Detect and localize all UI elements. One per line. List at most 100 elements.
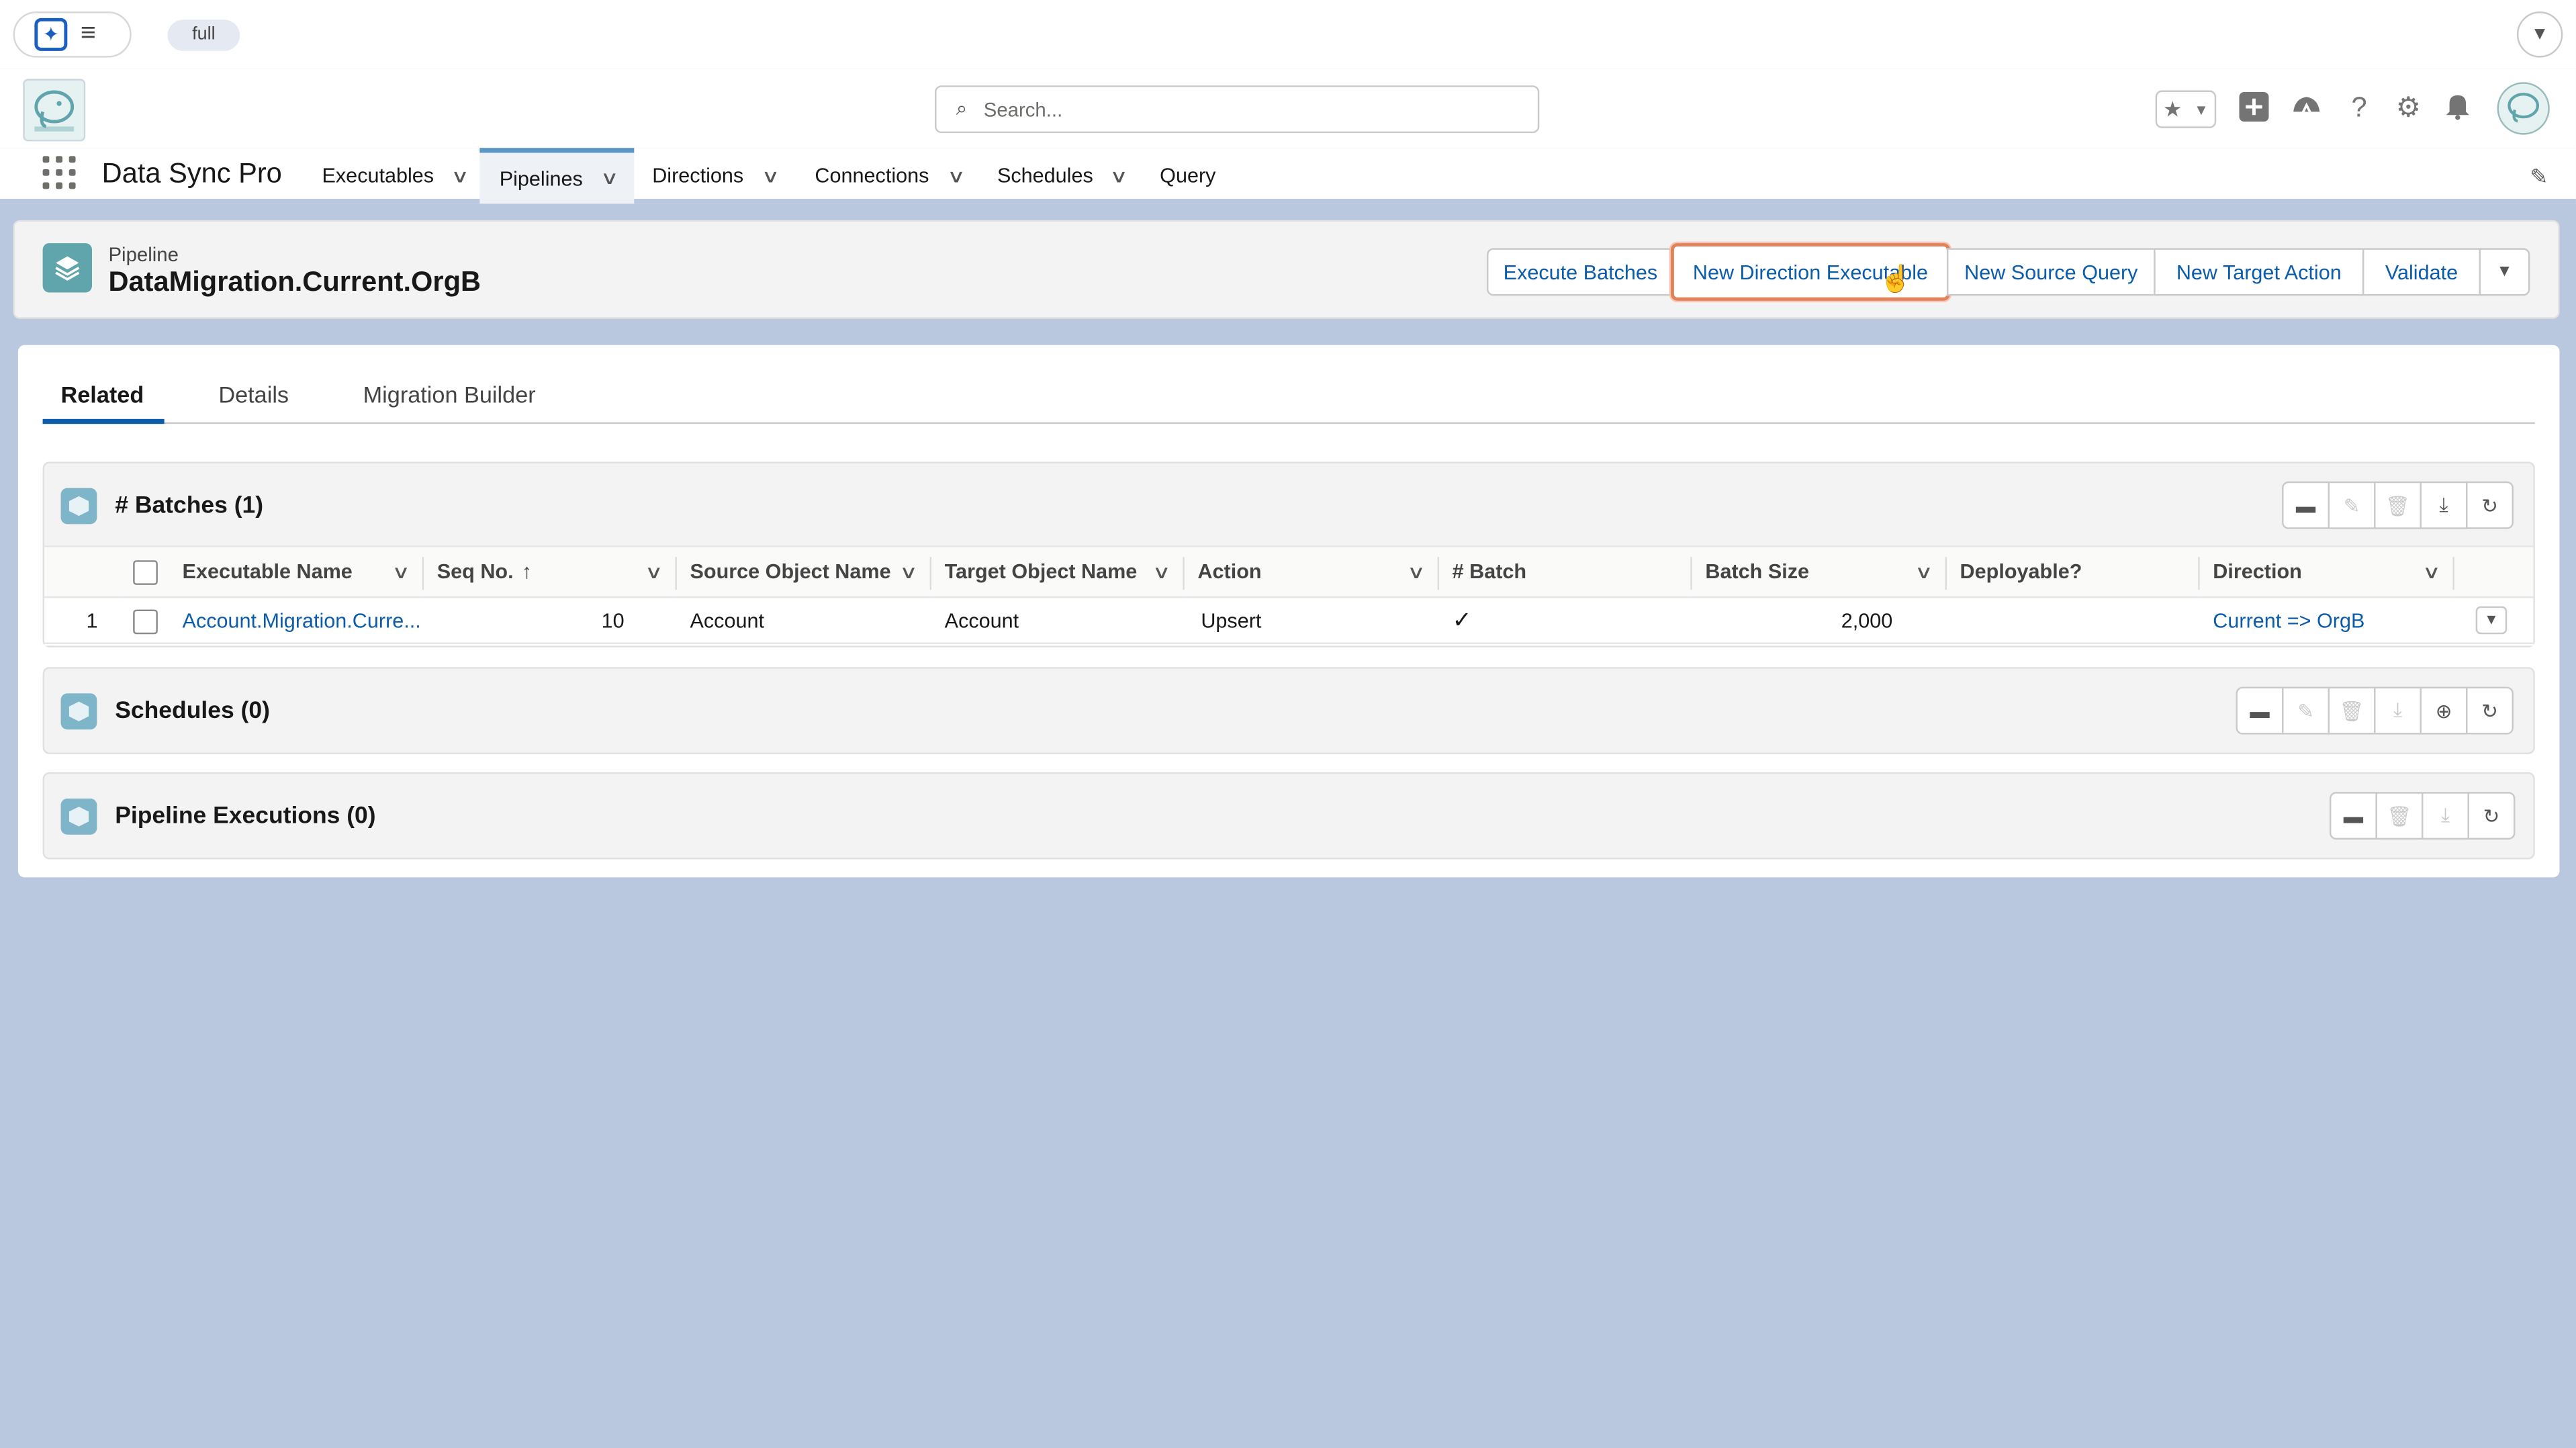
schedules-title[interactable]: Schedules (0) bbox=[115, 698, 270, 725]
trailhead-icon[interactable] bbox=[2290, 92, 2323, 125]
list-view-icon[interactable]: ▬ bbox=[2236, 686, 2284, 735]
environment-badge: full bbox=[167, 19, 240, 51]
execute-batches-button[interactable]: Execute Batches bbox=[1486, 248, 1674, 296]
batch-size-cell: 2,000 bbox=[1692, 598, 1947, 644]
column-header-action[interactable]: Action ∨ bbox=[1184, 545, 1440, 598]
validate-button[interactable]: Validate bbox=[2362, 248, 2481, 296]
more-actions-chevron-icon[interactable]: ▼ bbox=[2479, 248, 2530, 296]
nav-item-directions[interactable]: Directions ∨ bbox=[633, 148, 796, 203]
column-header-batch[interactable]: # Batch bbox=[1439, 545, 1692, 598]
column-label: # Batch bbox=[1452, 560, 1527, 584]
nav-item-executables[interactable]: Executables ∨ bbox=[302, 148, 486, 203]
chevron-down-icon[interactable]: ∨ bbox=[600, 168, 618, 189]
row-checkbox[interactable] bbox=[133, 609, 158, 635]
column-label: Target Object Name bbox=[944, 560, 1138, 584]
chevron-down-icon[interactable]: ∨ bbox=[1110, 165, 1129, 186]
column-header-direction[interactable]: Direction ∨ bbox=[2199, 545, 2454, 598]
column-header-source-object[interactable]: Source Object Name ∨ bbox=[676, 545, 932, 598]
custom-object-icon bbox=[60, 488, 97, 525]
global-search[interactable]: ⌕ bbox=[935, 85, 1540, 134]
refresh-icon[interactable]: ↻ bbox=[2467, 792, 2516, 840]
sparkle-icon: ✦ bbox=[34, 17, 68, 51]
chevron-down-icon[interactable]: ∨ bbox=[1152, 561, 1171, 582]
nav-item-pipelines[interactable]: Pipelines ∨ bbox=[479, 148, 635, 204]
column-header-target-object[interactable]: Target Object Name ∨ bbox=[931, 545, 1185, 598]
row-number-header bbox=[44, 545, 120, 598]
tab-details[interactable]: Details bbox=[218, 381, 289, 408]
sort-ascending-arrow-icon: ↑ bbox=[521, 560, 533, 584]
chevron-down-icon[interactable]: ∨ bbox=[899, 561, 918, 582]
favorites-star-icon[interactable]: ★ bbox=[2163, 96, 2182, 122]
direction-link[interactable]: Current => OrgB bbox=[2199, 598, 2454, 644]
executable-name-link[interactable]: Account.Migration.Curre... bbox=[169, 598, 424, 644]
nav-item-label: Pipelines bbox=[499, 167, 583, 190]
notifications-bell-icon[interactable] bbox=[2441, 92, 2474, 125]
download-icon[interactable]: ⤓ bbox=[2420, 481, 2468, 529]
list-view-icon[interactable]: ▬ bbox=[2282, 481, 2330, 529]
new-source-query-button[interactable]: New Source Query bbox=[1946, 248, 2156, 296]
edit-pencil-icon: ✎ bbox=[2282, 686, 2330, 735]
column-label: Direction bbox=[2213, 560, 2302, 584]
chevron-down-icon[interactable]: ∨ bbox=[1407, 561, 1426, 582]
pipeline-executions-title[interactable]: Pipeline Executions (0) bbox=[115, 803, 375, 829]
app-name: Data Sync Pro bbox=[101, 157, 282, 189]
chevron-down-icon[interactable]: ∨ bbox=[946, 165, 965, 186]
row-number: 1 bbox=[44, 598, 120, 644]
refresh-icon[interactable]: ↻ bbox=[2466, 481, 2514, 529]
nav-item-label: Executables bbox=[322, 164, 434, 187]
action-cell: Upsert bbox=[1184, 598, 1440, 644]
column-label: Executable Name bbox=[182, 560, 353, 584]
pipeline-executions-related-list bbox=[42, 772, 2535, 860]
column-header-batch-size[interactable]: Batch Size ∨ bbox=[1692, 545, 1947, 598]
select-all-checkbox[interactable] bbox=[133, 560, 158, 585]
schedules-actions: ▬ ✎ 🗑 ⤓ ⊕ ↻ bbox=[2236, 686, 2514, 735]
chevron-down-icon[interactable]: ∨ bbox=[1915, 561, 1933, 582]
chevron-down-icon[interactable]: ∨ bbox=[645, 561, 663, 582]
list-view-icon[interactable]: ▬ bbox=[2329, 792, 2377, 840]
batches-title[interactable]: # Batches (1) bbox=[115, 493, 263, 519]
help-icon[interactable]: ? bbox=[2343, 92, 2376, 125]
nav-item-connections[interactable]: Connections ∨ bbox=[795, 148, 982, 203]
tab-migration-builder[interactable]: Migration Builder bbox=[363, 381, 536, 408]
app-logo[interactable] bbox=[23, 79, 86, 142]
app-launcher-switch[interactable]: ✦ ≡ bbox=[13, 11, 132, 58]
search-icon: ⌕ bbox=[956, 97, 968, 120]
new-target-action-button[interactable]: New Target Action bbox=[2154, 248, 2364, 296]
chevron-down-icon[interactable]: ∨ bbox=[761, 165, 780, 186]
row-select-cell bbox=[120, 598, 169, 644]
custom-object-icon bbox=[60, 693, 97, 730]
setup-gear-icon[interactable]: ⚙ bbox=[2392, 92, 2425, 125]
column-header-executable-name[interactable]: Executable Name ∨ bbox=[169, 545, 424, 598]
nav-item-label: Connections bbox=[815, 164, 929, 187]
delete-trash-icon: 🗑 bbox=[2328, 686, 2376, 735]
elephant-logo-icon bbox=[34, 90, 75, 132]
record-type-label: Pipeline bbox=[108, 243, 179, 267]
refresh-icon[interactable]: ↻ bbox=[2466, 686, 2514, 735]
tab-related[interactable]: Related bbox=[61, 381, 144, 408]
mouse-pointer-icon: ☝ bbox=[1879, 266, 1913, 294]
app-launcher-waffle-icon[interactable] bbox=[42, 156, 76, 189]
utility-bar bbox=[0, 0, 2576, 69]
chevron-down-icon[interactable]: ∨ bbox=[392, 561, 410, 582]
search-input[interactable] bbox=[983, 97, 1477, 121]
add-plus-icon[interactable]: ⊕ bbox=[2420, 686, 2468, 735]
nav-item-query[interactable]: Query bbox=[1140, 148, 1236, 203]
chevron-down-icon[interactable]: ∨ bbox=[2422, 561, 2441, 582]
global-add-icon[interactable] bbox=[2238, 91, 2270, 125]
target-object-cell: Account bbox=[931, 598, 1185, 644]
favorites-list-icon[interactable]: ▼ bbox=[2194, 101, 2209, 117]
favorites-button-group[interactable]: ★ ▼ bbox=[2155, 90, 2217, 128]
chevron-down-icon[interactable]: ∨ bbox=[451, 165, 470, 186]
record-title: DataMigration.Current.OrgB bbox=[108, 266, 481, 298]
edit-nav-pencil-icon[interactable]: ✎ bbox=[2530, 165, 2548, 191]
nav-item-schedules[interactable]: Schedules ∨ bbox=[978, 148, 1146, 203]
download-icon: ⤓ bbox=[2421, 792, 2469, 840]
avatar-image-icon bbox=[2508, 93, 2539, 123]
user-avatar[interactable] bbox=[2497, 82, 2550, 135]
column-header-seq-no[interactable]: Seq No. ↑ ∨ bbox=[424, 545, 677, 598]
column-header-deployable[interactable]: Deployable? bbox=[1946, 545, 2200, 598]
deployable-cell bbox=[1946, 598, 2200, 644]
row-actions-chevron-icon[interactable]: ▼ bbox=[2475, 606, 2508, 635]
chevron-down-icon[interactable]: ▼ bbox=[2516, 11, 2563, 58]
download-icon: ⤓ bbox=[2374, 686, 2422, 735]
